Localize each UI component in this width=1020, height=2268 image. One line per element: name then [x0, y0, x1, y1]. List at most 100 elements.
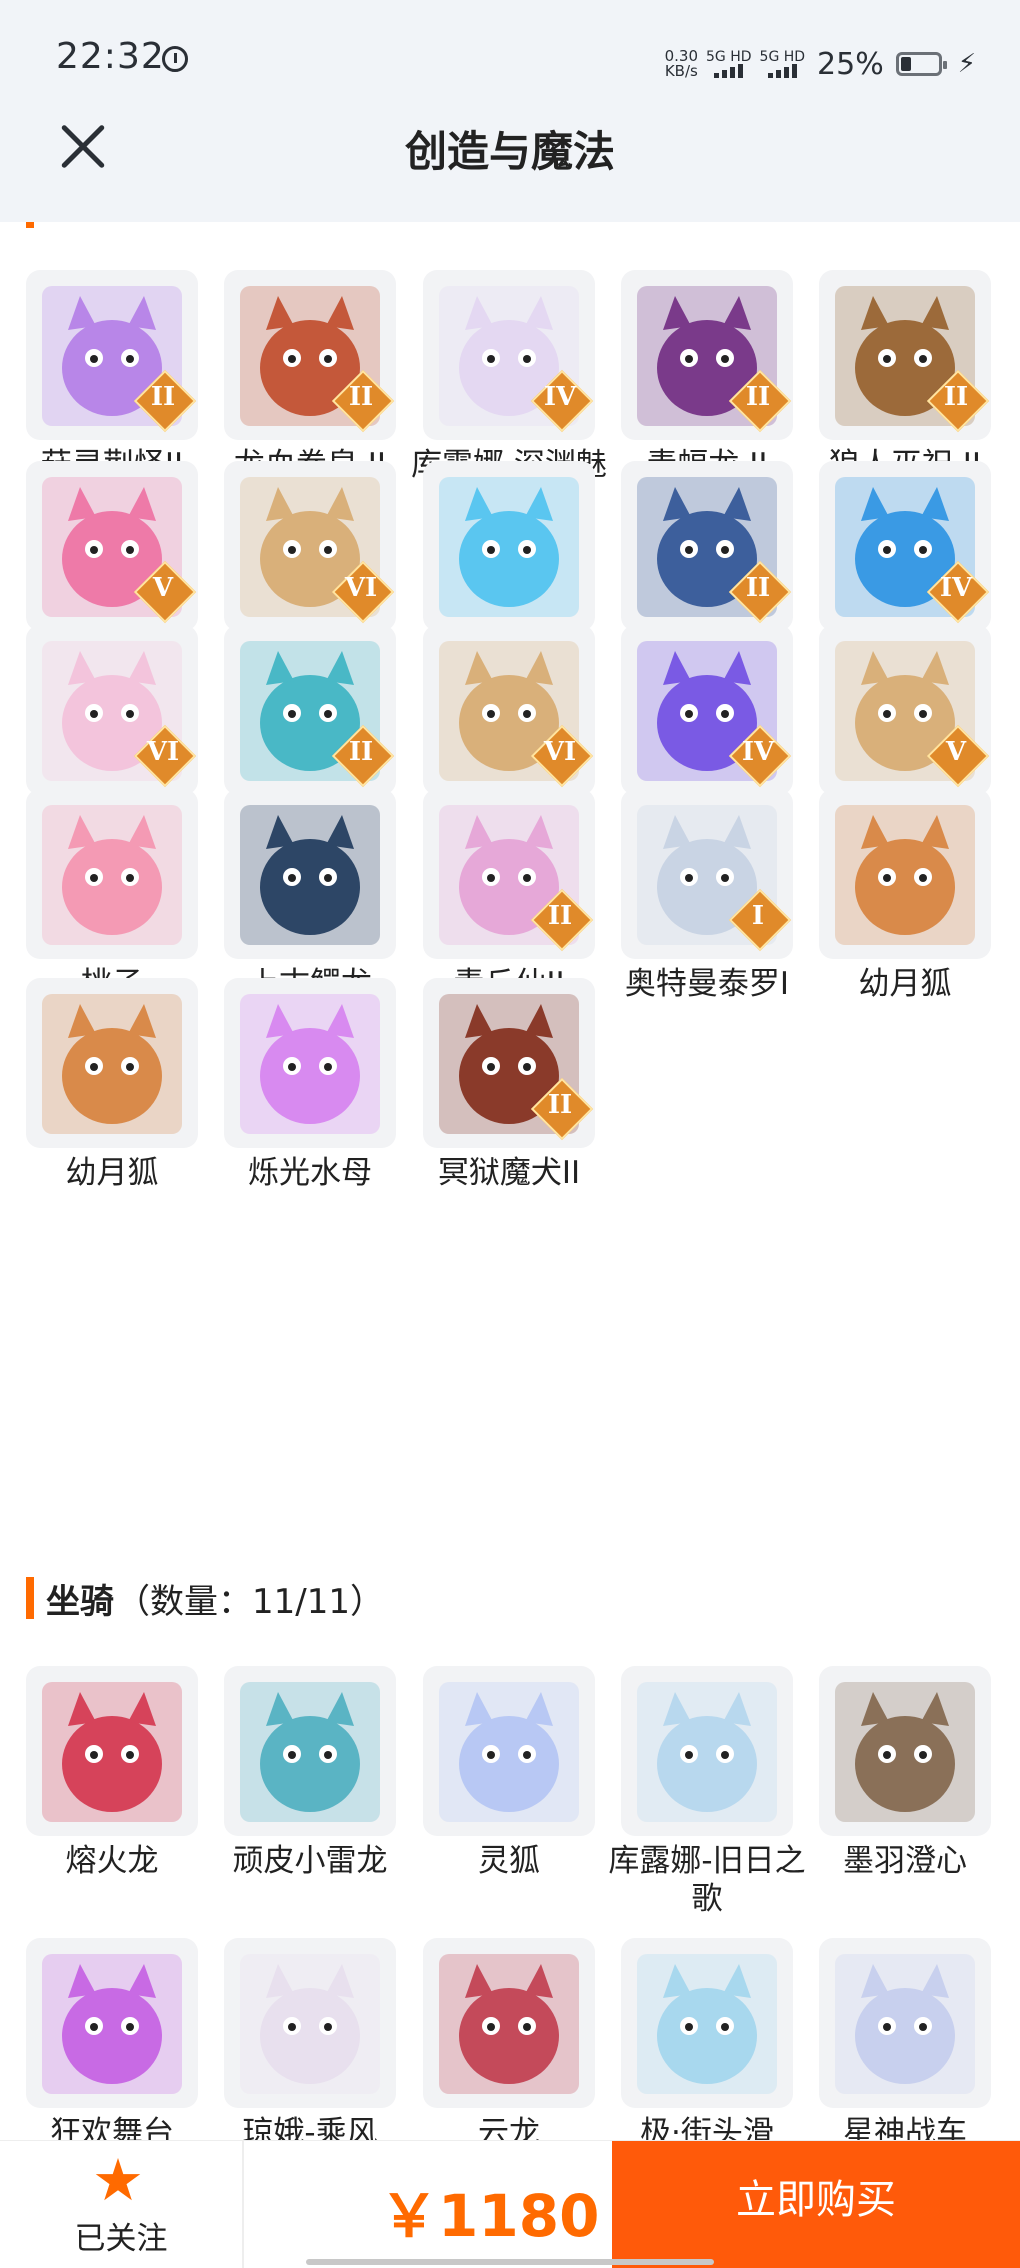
- creature-icon: [240, 994, 380, 1134]
- buy-now-button[interactable]: 立即购买: [612, 2141, 1020, 2268]
- level-badge: II: [133, 369, 197, 433]
- level-badge: V: [133, 560, 197, 624]
- creature-icon: [637, 1682, 777, 1822]
- level-badge: II: [331, 724, 395, 788]
- item-thumbnail: II: [423, 789, 595, 959]
- badge-level: II: [150, 382, 176, 412]
- signal-1: 5G HD: [706, 50, 752, 78]
- item-thumbnail: [819, 789, 991, 959]
- creature-icon: [42, 994, 182, 1134]
- item-name: 幼月狐: [65, 1155, 159, 1191]
- badge-level: II: [547, 901, 573, 931]
- level-badge: VI: [331, 560, 395, 624]
- badge-level: II: [745, 382, 771, 412]
- creature-icon: [42, 1954, 182, 2094]
- badge-level: VI: [543, 737, 577, 767]
- badge-level: IV: [543, 382, 577, 412]
- badge-level: VI: [344, 573, 378, 603]
- item-thumbnail: [26, 1938, 198, 2108]
- item-thumbnail: [819, 1938, 991, 2108]
- level-badge: II: [926, 369, 990, 433]
- item-name: 烁光水母: [248, 1155, 372, 1191]
- item-thumbnail: [224, 978, 396, 1148]
- section-count: （数量：11/11）: [116, 1581, 384, 1622]
- item-thumbnail: IV: [621, 625, 793, 795]
- creature-icon: [439, 1682, 579, 1822]
- item-thumbnail: [423, 1666, 595, 1836]
- creature-icon: [835, 1682, 975, 1822]
- bolt-icon: ⚡: [957, 49, 976, 79]
- item-thumbnail: VI: [224, 461, 396, 631]
- badge-level: II: [348, 382, 374, 412]
- follow-button[interactable]: ★ 已关注: [0, 2141, 244, 2268]
- item-name: 幼月狐: [858, 966, 952, 1002]
- creature-icon: [439, 477, 579, 617]
- level-badge: IV: [728, 724, 792, 788]
- item-thumbnail: [819, 1666, 991, 1836]
- level-badge: VI: [530, 724, 594, 788]
- creature-icon: [240, 1954, 380, 2094]
- battery-icon: [895, 52, 947, 76]
- item-thumbnail: II: [423, 978, 595, 1148]
- signal-bars-icon: [706, 64, 752, 78]
- item-thumbnail: II: [621, 461, 793, 631]
- badge-level: V: [945, 737, 967, 767]
- item-thumbnail: II: [819, 270, 991, 440]
- home-indicator: [306, 2259, 714, 2265]
- alarm-icon: [162, 46, 188, 72]
- level-badge: II: [331, 369, 395, 433]
- status-time: 22:32: [56, 36, 165, 77]
- item-name: 库露娜-旧日之歌: [608, 1843, 806, 1917]
- price: ￥1180: [380, 2182, 600, 2250]
- section-bar: [26, 1577, 34, 1619]
- badge-level: II: [348, 737, 374, 767]
- badge-level: IV: [741, 737, 775, 767]
- item-thumbnail: [224, 1938, 396, 2108]
- signal-2: 5G HD: [760, 50, 806, 78]
- level-badge: VI: [133, 724, 197, 788]
- level-badge: IV: [926, 560, 990, 624]
- item-thumbnail: V: [819, 625, 991, 795]
- item-thumbnail: [621, 1666, 793, 1836]
- level-badge: II: [728, 560, 792, 624]
- status-indicators: 0.30 KB/s 5G HD 5G HD 25% ⚡: [665, 44, 976, 84]
- top-bar: 22:32 0.30 KB/s 5G HD 5G HD 25% ⚡ 创造与魔法: [0, 0, 1020, 222]
- item-thumbnail: [423, 461, 595, 631]
- badge-level: II: [943, 382, 969, 412]
- creature-icon: [835, 805, 975, 945]
- item-name: 灵狐: [478, 1843, 540, 1879]
- item-thumbnail: [224, 789, 396, 959]
- item-thumbnail: IV: [819, 461, 991, 631]
- item-thumbnail: [224, 1666, 396, 1836]
- item-name: 冥狱魔犬II: [437, 1155, 581, 1191]
- star-icon: ★: [92, 2146, 144, 2214]
- section-marker: [26, 222, 34, 228]
- battery-percent: 25%: [817, 46, 884, 82]
- creature-icon: [637, 1954, 777, 2094]
- creature-icon: [835, 1954, 975, 2094]
- section-title: 坐骑: [46, 1581, 114, 1622]
- item-name: 墨羽澄心: [843, 1843, 967, 1879]
- item-name: 顽皮小雷龙: [232, 1843, 388, 1879]
- follow-label: 已关注: [74, 2221, 168, 2257]
- level-badge: IV: [530, 369, 594, 433]
- item-thumbnail: II: [26, 270, 198, 440]
- creature-icon: [240, 805, 380, 945]
- item-thumbnail: [26, 978, 198, 1148]
- item-thumbnail: [621, 1938, 793, 2108]
- badge-level: VI: [146, 737, 180, 767]
- item-thumbnail: I: [621, 789, 793, 959]
- item-name: 熔火龙: [65, 1843, 159, 1879]
- creature-icon: [42, 805, 182, 945]
- signal-bars-icon: [760, 64, 806, 78]
- item-thumbnail: II: [621, 270, 793, 440]
- item-thumbnail: [423, 1938, 595, 2108]
- level-badge: II: [530, 1077, 594, 1141]
- badge-level: II: [745, 573, 771, 603]
- badge-level: V: [152, 573, 174, 603]
- item-thumbnail: II: [224, 625, 396, 795]
- item-thumbnail: II: [224, 270, 396, 440]
- item-thumbnail: [26, 1666, 198, 1836]
- item-name: 奥特曼泰罗I: [624, 966, 790, 1002]
- level-badge: II: [530, 888, 594, 952]
